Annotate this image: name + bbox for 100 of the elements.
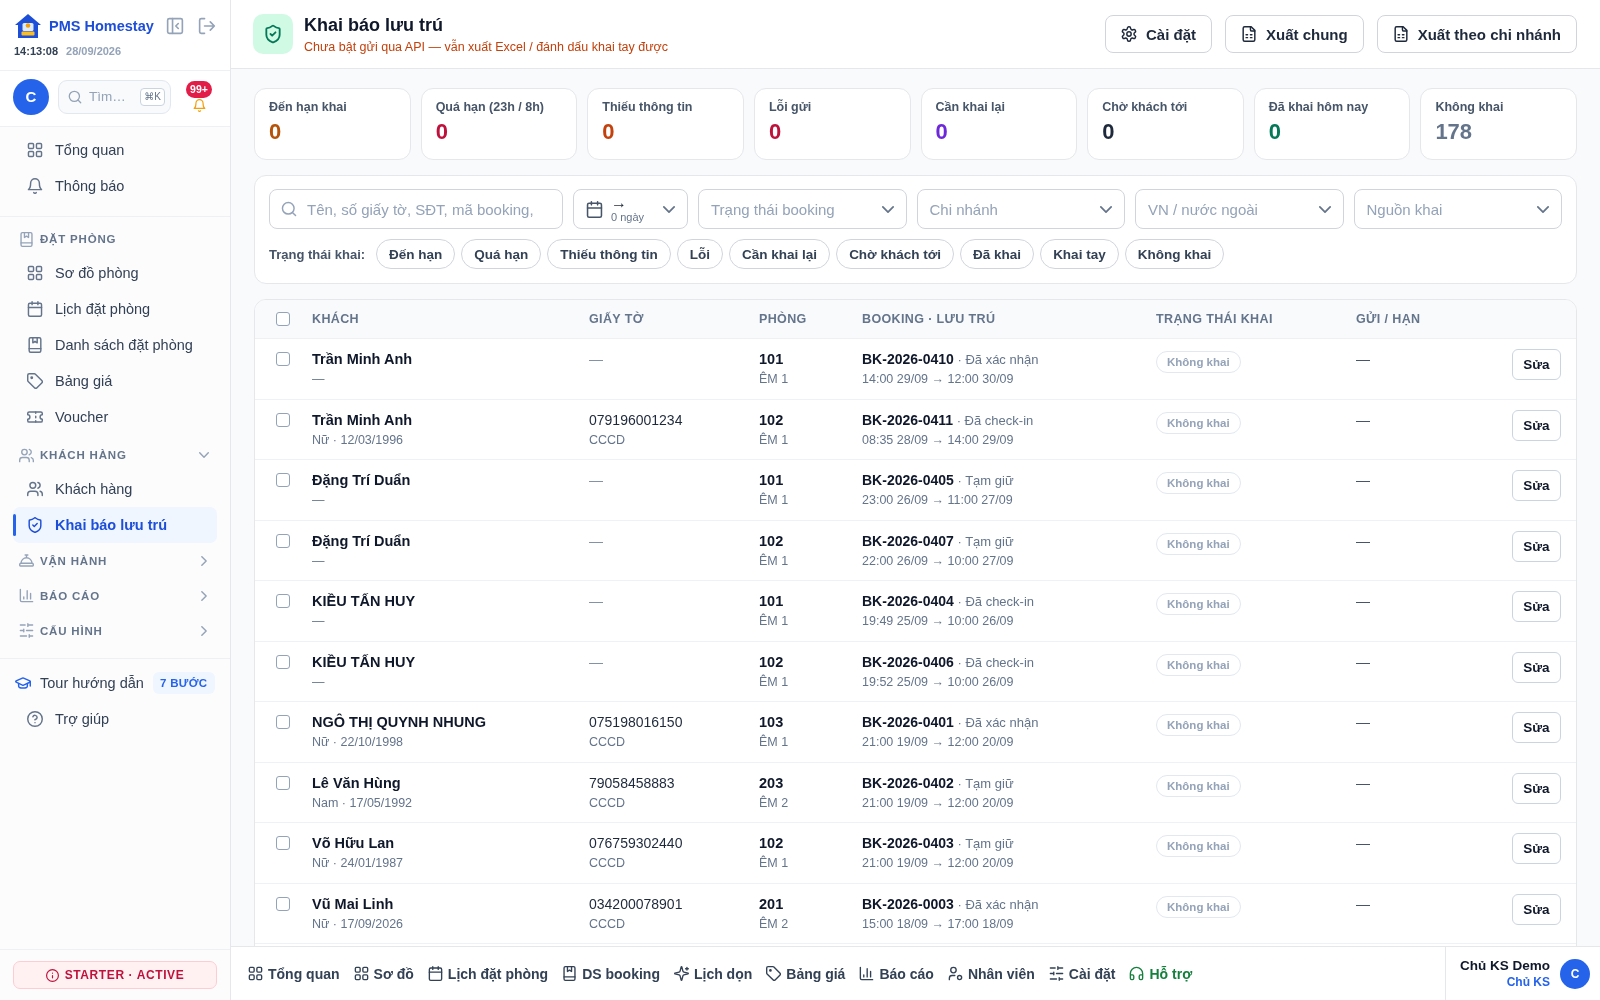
section-header[interactable]: KHÁCH HÀNG [13, 439, 217, 471]
checkbox[interactable] [276, 896, 290, 911]
edit-button[interactable]: Sửa [1512, 409, 1561, 441]
checkbox[interactable] [276, 533, 290, 548]
chevron-down-icon [1537, 205, 1549, 213]
edit-button[interactable]: Sửa [1512, 530, 1561, 562]
export-button[interactable]: Xuất theo chi nhánh [1376, 15, 1577, 53]
sent-deadline: — [1356, 592, 1370, 611]
stay-period: 21:00 19/09 → 12:00 20/09 [862, 794, 1015, 812]
guest-detail: — [312, 613, 326, 630]
document-type: CCCD [589, 431, 627, 449]
sidebar-item[interactable]: Tổng quan [13, 132, 217, 168]
sidebar-item[interactable]: Voucher [13, 399, 217, 435]
checkbox[interactable] [276, 352, 290, 366]
stay-period: 21:00 19/09 → 12:00 20/09 [862, 734, 1015, 751]
room-number: 103 [759, 713, 785, 732]
booking-summary: BK-2026-0003 · Đã xác nhận [862, 894, 1040, 914]
checkbox[interactable] [276, 594, 290, 608]
chevron-down-icon [663, 205, 675, 213]
filter-chip[interactable]: Chờ khách tới [836, 239, 955, 269]
sent-deadline: — [1356, 834, 1370, 853]
checkbox[interactable] [276, 312, 290, 326]
booking-summary: BK-2026-0411 · Đã check-in [862, 410, 1035, 430]
sidebar-item[interactable]: Bảng giá [13, 363, 217, 399]
section-header[interactable]: CẤU HÌNH [13, 613, 217, 648]
filter-chip[interactable]: Khai tay [1040, 239, 1119, 269]
nav-link[interactable]: Tổng quan [242, 957, 346, 990]
date-range-field[interactable]: → 0 ngày [573, 189, 688, 229]
calendar-icon [27, 301, 43, 317]
nav-link[interactable]: Lịch đặt phòng [421, 957, 555, 990]
guest-name: Võ Hữu Lan [312, 834, 396, 853]
checkbox[interactable] [276, 412, 290, 427]
night-count: ÊM 1 [759, 491, 790, 509]
checkbox[interactable] [276, 473, 290, 487]
filter-chip[interactable]: Lỗi [676, 239, 724, 269]
sidebar-item[interactable]: Khách hàng [13, 471, 217, 507]
user-avatar[interactable]: C [13, 78, 49, 115]
edit-button[interactable]: Sửa [1512, 651, 1561, 683]
night-count: ÊM 2 [759, 794, 790, 812]
edit-button[interactable]: Sửa [1512, 712, 1561, 743]
booking-summary: BK-2026-0406 · Đã check-in [862, 652, 1036, 672]
guest-detail: Nữ · 12/03/1996 [312, 431, 405, 449]
plan-button[interactable]: STARTER · ACTIVE [13, 961, 217, 989]
help-icon [27, 711, 43, 727]
section-header[interactable]: ĐẶT PHÒNG [13, 223, 217, 255]
section-header[interactable]: VẬN HÀNH [13, 543, 217, 578]
column-header: KHÁCH [312, 312, 360, 326]
booking-summary: BK-2026-0404 · Đã check-in [862, 592, 1036, 611]
export-button[interactable]: Xuất chung [1225, 15, 1364, 53]
nav-link[interactable]: Sơ đồ [347, 957, 420, 990]
sidebar-item[interactable]: Thông báo [13, 168, 217, 204]
nav-link[interactable]: DS booking [556, 957, 666, 990]
edit-button[interactable]: Sửa [1512, 893, 1561, 925]
sent-deadline: — [1356, 350, 1370, 369]
filter-chip[interactable]: Quá hạn [461, 239, 542, 269]
sidebar-item[interactable]: Sơ đồ phòng [13, 255, 217, 291]
edit-button[interactable]: Sửa [1512, 349, 1561, 380]
nav-link[interactable]: Cài đặt [1042, 957, 1122, 990]
edit-button[interactable]: Sửa [1512, 591, 1561, 622]
grid-icon [27, 265, 43, 281]
checkbox[interactable] [276, 654, 290, 669]
book-icon [562, 966, 578, 981]
edit-button[interactable]: Sửa [1512, 470, 1561, 501]
filter-chip[interactable]: Không khai [1124, 239, 1225, 269]
user-avatar[interactable]: C [1560, 958, 1590, 989]
column-header: BOOKING · LƯU TRÚ [862, 312, 997, 326]
users-icon [19, 447, 34, 463]
nav-link[interactable]: Nhân viên [941, 957, 1041, 990]
sidebar-item[interactable]: Tour hướng dẫn 7 BƯỚC [13, 665, 217, 701]
filter-chip[interactable]: Đến hạn [376, 239, 456, 269]
filter-chip[interactable]: Thiếu thông tin [547, 239, 671, 269]
bell-icon[interactable] [192, 99, 206, 112]
sidebar-panel-icon[interactable] [166, 17, 184, 35]
nav-link[interactable]: Bảng giá [760, 957, 852, 990]
sign-out-icon[interactable] [198, 17, 216, 35]
sidebar-item[interactable]: Khai báo lưu trú [13, 507, 217, 543]
document-number: 79058458883 [589, 773, 675, 793]
checkbox[interactable] [276, 836, 290, 850]
search-field[interactable]: Tên, số giấy tờ, SĐT, mã booking, [269, 189, 563, 229]
checkbox[interactable] [276, 775, 290, 790]
clock-time: 14:13:08 [14, 45, 59, 57]
checkbox[interactable] [276, 715, 290, 729]
section-header[interactable]: BÁO CÁO [13, 578, 217, 613]
page-title: Khai báo lưu trú [304, 14, 445, 36]
edit-button[interactable]: Sửa [1512, 833, 1561, 864]
edit-button[interactable]: Sửa [1512, 772, 1561, 804]
nav-link[interactable]: Báo cáo [853, 957, 940, 990]
sidebar-item[interactable]: Lịch đặt phòng [13, 291, 217, 327]
settings-button[interactable]: Cài đặt [1104, 15, 1212, 53]
sidebar-item[interactable]: Danh sách đặt phòng [13, 327, 217, 363]
filter-chip[interactable]: Cần khai lại [729, 239, 831, 269]
nav-link[interactable]: Hỗ trợ [1123, 957, 1199, 990]
bar-chart-icon [859, 966, 875, 981]
filter-chip[interactable]: Đã khai [960, 239, 1035, 269]
page-subtitle: Chưa bật gửi qua API — vẫn xuất Excel / đánh dấu khai tay được [304, 39, 669, 54]
nav-link[interactable]: Lịch dọn [667, 957, 759, 990]
grid-icon [27, 142, 43, 158]
house-icon [14, 13, 42, 39]
room-number: 101 [759, 592, 785, 611]
sidebar-item[interactable]: Trợ giúp [13, 701, 217, 737]
